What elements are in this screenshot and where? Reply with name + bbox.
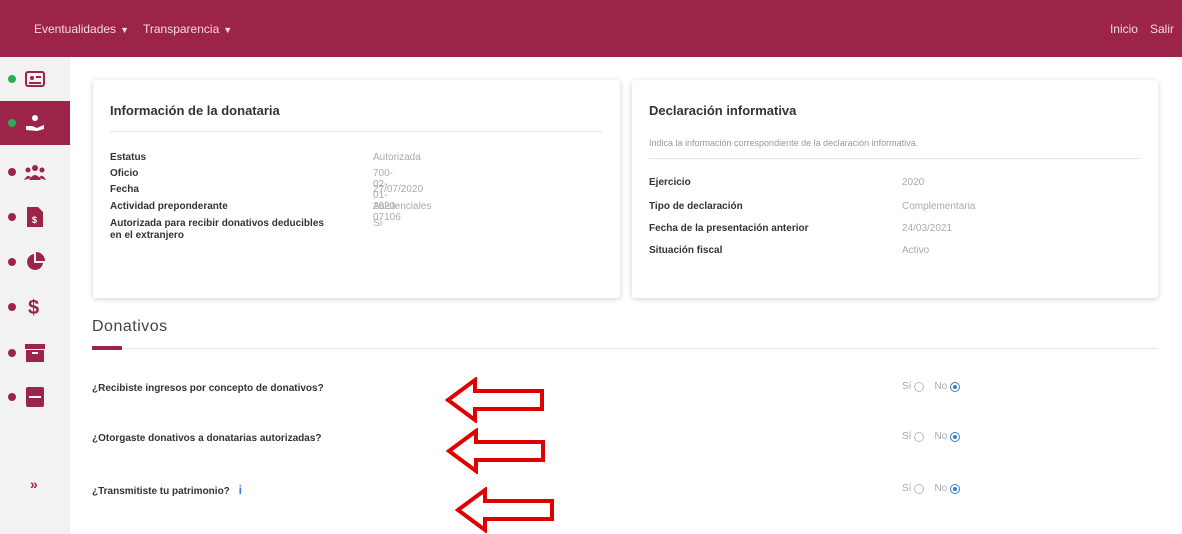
row-value: Complementaria: [902, 201, 976, 212]
svg-text:$: $: [28, 297, 39, 318]
question-label: ¿Otorgaste donativos a donatarias autori…: [92, 433, 322, 444]
divider: [649, 158, 1141, 159]
status-dot: [8, 258, 16, 266]
question-label: ¿Recibiste ingresos por concepto de dona…: [92, 383, 324, 394]
sidebar-item-archive[interactable]: [0, 331, 70, 375]
book-icon: [24, 386, 46, 408]
sidebar-item-charts[interactable]: [0, 240, 70, 284]
status-dot: [8, 349, 16, 357]
question-label: ¿Transmitiste tu patrimonio?: [92, 486, 230, 497]
radio-group-recibiste: Sí No: [902, 381, 970, 392]
status-dot: [8, 75, 16, 83]
row-label: Actividad preponderante: [110, 201, 228, 212]
double-chevron-right-icon: »: [30, 476, 38, 492]
salir-link[interactable]: Salir: [1150, 22, 1174, 36]
sidebar-item-id[interactable]: [0, 57, 70, 101]
radio-group-otorgaste: Sí No: [902, 431, 970, 442]
annotation-arrow-left-icon: [455, 487, 554, 533]
menu-eventualidades[interactable]: Eventualidades ▼: [34, 22, 129, 36]
sidebar: $ $ »: [0, 57, 70, 534]
radio-no[interactable]: [950, 381, 961, 392]
status-dot: [8, 168, 16, 176]
radio-no-label: No: [934, 431, 948, 442]
row-label: Situación fiscal: [649, 245, 723, 256]
declaracion-card: Declaración informativa Indica la inform…: [632, 80, 1158, 298]
section-underline: [92, 346, 122, 350]
row-value: Asistenciales: [373, 201, 432, 212]
row-value: Sí: [373, 218, 383, 229]
declaracion-description: Indica la información correspondiente de…: [649, 138, 919, 148]
row-value: 27/07/2020: [373, 184, 424, 195]
id-card-icon: [24, 68, 46, 90]
people-icon: [24, 161, 46, 183]
row-value: Autorizada: [373, 152, 421, 163]
top-navbar: Eventualidades ▼ Transparencia ▼ Inicio Sa…: [0, 0, 1182, 57]
inicio-link[interactable]: Inicio: [1110, 22, 1138, 36]
row-label: Oficio: [110, 168, 139, 179]
radio-yes-label: Sí: [902, 431, 912, 442]
document-dollar-icon: $: [24, 206, 46, 228]
question-otorgaste: ¿Otorgaste donativos a donatarias autori…: [92, 433, 322, 444]
radio-yes[interactable]: [914, 381, 925, 392]
caret-down-icon: ▼: [223, 25, 233, 35]
sidebar-item-book[interactable]: [0, 375, 70, 419]
question-recibiste: ¿Recibiste ingresos por concepto de dona…: [92, 383, 324, 394]
section-divider: [92, 348, 1158, 349]
row-value: 700-02-01-2020-07106: [373, 168, 401, 223]
top-right-links: Inicio Salir: [1110, 22, 1174, 36]
sidebar-item-donations[interactable]: [0, 101, 70, 145]
radio-no-label: No: [934, 381, 948, 392]
donataria-card: Información de la donataria Estatus Auto…: [93, 80, 620, 298]
dollar-icon: $: [24, 296, 46, 318]
menu-transparencia-label: Transparencia: [142, 22, 220, 36]
status-dot: [8, 119, 16, 127]
row-value: Activo: [902, 245, 930, 256]
radio-group-transmitiste: Sí No: [902, 483, 970, 494]
archive-box-icon: [24, 342, 46, 364]
donataria-title: Información de la donataria: [110, 103, 280, 118]
menu-transparencia[interactable]: Transparencia ▼: [143, 22, 232, 36]
row-label: Autorizada para recibir donativos deduci…: [110, 218, 324, 241]
main-menu: Eventualidades ▼ Transparencia ▼: [34, 22, 232, 36]
sidebar-expand-button[interactable]: »: [0, 462, 70, 506]
menu-eventualidades-label: Eventualidades: [34, 22, 117, 36]
sidebar-item-people[interactable]: [0, 150, 70, 194]
annotation-arrow-left-icon: [446, 428, 545, 474]
radio-yes-label: Sí: [902, 483, 912, 494]
declaracion-title: Declaración informativa: [649, 103, 797, 118]
row-label: Estatus: [110, 152, 147, 163]
radio-no[interactable]: [950, 483, 961, 494]
row-label: Fecha de la presentación anterior: [649, 223, 809, 234]
pie-chart-icon: [24, 251, 46, 273]
radio-yes-label: Sí: [902, 381, 912, 392]
sidebar-item-documents[interactable]: $: [0, 195, 70, 239]
radio-no-label: No: [934, 483, 948, 494]
svg-text:$: $: [32, 215, 37, 225]
sidebar-item-payments[interactable]: $: [0, 285, 70, 329]
status-dot: [8, 393, 16, 401]
annotation-arrow-left-icon: [445, 377, 544, 423]
row-label: Ejercicio: [649, 177, 691, 188]
info-icon[interactable]: i: [239, 483, 242, 497]
row-label: Fecha: [110, 184, 139, 195]
radio-no[interactable]: [950, 431, 961, 442]
section-title: Donativos: [92, 318, 168, 335]
row-value: 2020: [902, 177, 925, 188]
status-dot: [8, 303, 16, 311]
row-label: Tipo de declaración: [649, 201, 743, 212]
divider: [110, 131, 602, 132]
caret-down-icon: ▼: [120, 25, 129, 35]
radio-yes[interactable]: [914, 483, 925, 494]
hand-donation-icon: [24, 112, 46, 134]
status-dot: [8, 213, 16, 221]
row-value: 24/03/2021: [902, 223, 953, 234]
question-transmitiste: ¿Transmitiste tu patrimonio? i: [92, 483, 242, 497]
radio-yes[interactable]: [914, 431, 925, 442]
